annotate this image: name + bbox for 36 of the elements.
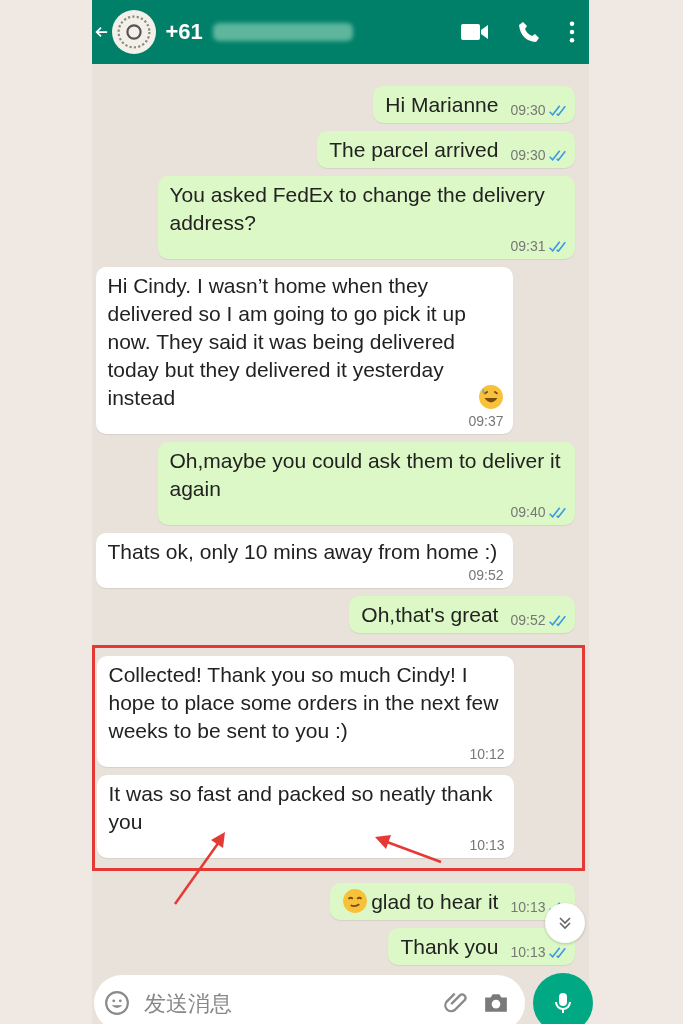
message-time: 10:13: [510, 943, 546, 961]
chevron-down-icon: [556, 915, 573, 931]
emoji-icon: [477, 384, 504, 410]
message-text: Hi Cindy. I wasn’t home when they delivered so I am going to go pick it up now. They said it was being delivered today but they delivered it yesterday instead: [107, 273, 467, 411]
emoji-icon[interactable]: [103, 990, 130, 1016]
microphone-button[interactable]: [532, 973, 593, 1024]
message-time: 09:30: [510, 146, 546, 164]
phone-icon[interactable]: [516, 20, 541, 44]
message-text: The parcel arrived: [329, 137, 499, 163]
message-time: 09:31: [510, 237, 546, 255]
contact-name[interactable]: +61: [165, 19, 203, 45]
video-call-icon[interactable]: [460, 23, 489, 41]
more-options-icon[interactable]: [568, 21, 575, 43]
message-input[interactable]: 发送消息: [141, 989, 431, 1017]
message-time: 09:30: [510, 101, 546, 119]
message-text: You asked FedEx to change the delivery address?: [169, 182, 546, 236]
message-text: Hi Marianne: [385, 92, 499, 118]
emoji-icon: [342, 888, 369, 914]
message-text: Thank you: [400, 934, 499, 960]
message-text: glad to hear it: [371, 889, 499, 915]
message-input-field[interactable]: 发送消息: [93, 975, 525, 1024]
message-time: 09:52: [510, 611, 546, 629]
message-time: 09:52: [468, 566, 504, 584]
message-text: Thats ok, only 10 mins away from home :): [107, 539, 498, 565]
message-time: 09:37: [468, 412, 504, 430]
back-arrow-icon[interactable]: [93, 24, 108, 40]
message-time: 10:12: [469, 745, 505, 763]
message-time: 10:13: [510, 898, 546, 916]
message-time: 10:13: [469, 836, 505, 854]
message-text: It was so fast and packed so neatly thank you: [108, 781, 494, 835]
annotation-arrow: [374, 835, 441, 864]
message-text: Oh,that's great: [361, 602, 499, 628]
avatar-icon[interactable]: [111, 10, 156, 54]
message-text: Collected! Thank you so much Cindy! I hope to place some orders in the next few weeks to be sent to you :): [108, 662, 500, 744]
message-time: 09:40: [510, 503, 546, 521]
message-text: Oh,maybe you could ask them to deliver it again: [169, 448, 562, 502]
